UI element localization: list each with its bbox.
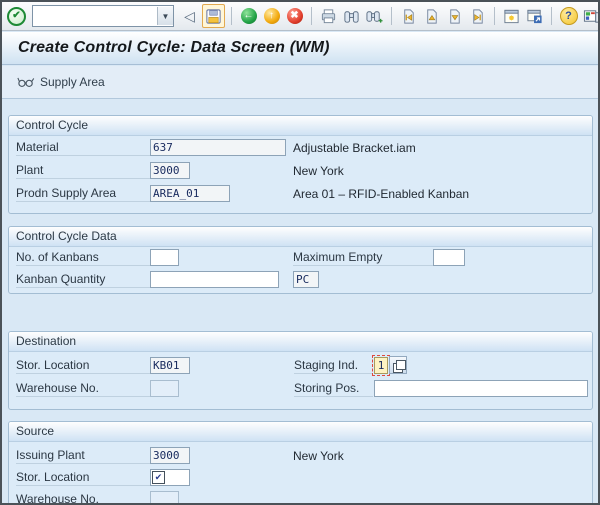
overlapping-squares-icon [396, 360, 406, 370]
customize-layout-icon [583, 8, 600, 25]
material-description: Adjustable Bracket.iam [293, 141, 416, 155]
storing-pos-label: Storing Pos. [294, 381, 373, 397]
group-caption: Source [9, 422, 592, 442]
glasses-icon [17, 75, 35, 89]
kanban-quantity-label: Kanban Quantity [16, 272, 150, 288]
source-stor-location-label: Stor. Location [16, 470, 150, 486]
question-mark-icon: ? [560, 7, 578, 25]
previous-page-button[interactable] [421, 5, 442, 27]
issuing-plant-description: New York [293, 449, 344, 463]
chevron-down-icon[interactable]: ▼ [157, 7, 173, 25]
prodn-supply-area-label: Prodn Supply Area [16, 186, 150, 202]
find-button[interactable] [341, 5, 362, 27]
title-bar: Create Control Cycle: Data Screen (WM) [2, 32, 598, 65]
source-warehouse-no-label: Warehouse No. [16, 492, 150, 505]
group-caption: Control Cycle Data [9, 227, 592, 247]
toolbar-separator [494, 7, 495, 25]
next-page-button[interactable] [444, 5, 465, 27]
cancel-button[interactable]: ✖ [284, 5, 305, 27]
dest-warehouse-no-label: Warehouse No. [16, 381, 150, 397]
no-of-kanbans-field[interactable] [150, 249, 179, 266]
enter-check-icon: ✔ [7, 7, 26, 26]
shortcut-icon [526, 8, 543, 25]
plant-field[interactable] [150, 162, 190, 179]
plant-description: New York [293, 164, 344, 178]
source-warehouse-no-field[interactable] [150, 491, 179, 505]
help-button[interactable]: ? [558, 5, 579, 27]
supply-area-button[interactable]: Supply Area [10, 72, 112, 92]
group-caption: Control Cycle [9, 116, 592, 136]
save-button[interactable] [202, 4, 225, 28]
command-input[interactable] [33, 7, 157, 25]
dest-stor-location-label: Stor. Location [16, 358, 150, 374]
new-session-button[interactable] [501, 5, 522, 27]
binoculars-plus-icon [366, 8, 383, 25]
exit-button[interactable]: ↑ [261, 5, 282, 27]
group-control-cycle: Control Cycle Material Adjustable Bracke… [8, 115, 593, 214]
page-down-icon [446, 8, 463, 25]
application-toolbar: Supply Area [2, 66, 598, 99]
group-source: Source Issuing Plant New York Stor. Loca… [8, 421, 593, 505]
group-destination: Destination Stor. Location Staging Ind. … [8, 331, 593, 410]
triangle-left-icon: ◁ [184, 8, 195, 25]
system-toolbar: ✔ ▼ ◁ ← ↑ ✖ [2, 2, 598, 31]
issuing-plant-label: Issuing Plant [16, 448, 150, 464]
toolbar-separator [391, 7, 392, 25]
prodn-supply-area-description: Area 01 – RFID-Enabled Kanban [293, 187, 469, 201]
binoculars-icon [343, 8, 360, 25]
save-floppy-icon [205, 8, 222, 25]
find-next-button[interactable] [364, 5, 385, 27]
enter-button[interactable]: ✔ [6, 5, 27, 27]
maximum-empty-label: Maximum Empty [293, 250, 433, 266]
unit-of-measure-field[interactable] [293, 271, 319, 288]
group-caption: Destination [9, 332, 592, 352]
kanban-quantity-field[interactable] [150, 271, 279, 288]
staging-ind-label: Staging Ind. [294, 358, 373, 374]
staging-ind-matchcode-button[interactable] [389, 356, 407, 374]
create-shortcut-button[interactable] [524, 5, 545, 27]
toolbar-separator [551, 7, 552, 25]
no-of-kanbans-label: No. of Kanbans [16, 250, 150, 266]
staging-ind-field[interactable] [374, 357, 388, 374]
maximum-empty-field[interactable] [433, 249, 465, 266]
group-control-cycle-data: Control Cycle Data No. of Kanbans Maximu… [8, 226, 593, 294]
arrow-left-icon: ← [241, 8, 257, 24]
last-page-icon [469, 8, 486, 25]
printer-icon [320, 8, 337, 25]
nav-back-button[interactable]: ← [238, 5, 259, 27]
arrow-up-icon: ↑ [264, 8, 280, 24]
print-button[interactable] [318, 5, 339, 27]
toolbar-separator [231, 7, 232, 25]
customize-layout-button[interactable] [581, 5, 600, 27]
source-stor-location-field[interactable]: ✔ [150, 469, 190, 486]
new-session-icon [503, 8, 520, 25]
page-up-icon [423, 8, 440, 25]
required-entry-icon: ✔ [152, 471, 165, 484]
material-field[interactable] [150, 139, 286, 156]
x-icon: ✖ [287, 8, 303, 24]
first-page-button[interactable] [398, 5, 419, 27]
supply-area-label: Supply Area [40, 75, 105, 89]
page-title: Create Control Cycle: Data Screen (WM) [18, 39, 330, 57]
plant-label: Plant [16, 163, 150, 179]
dest-stor-location-field[interactable] [150, 357, 190, 374]
toolbar-separator [311, 7, 312, 25]
issuing-plant-field[interactable] [150, 447, 190, 464]
last-page-button[interactable] [467, 5, 488, 27]
sap-window: ✔ ▼ ◁ ← ↑ ✖ [0, 0, 600, 505]
dest-warehouse-no-field[interactable] [150, 380, 179, 397]
first-page-icon [400, 8, 417, 25]
back-triangle-button[interactable]: ◁ [179, 5, 200, 27]
command-field[interactable]: ▼ [32, 5, 174, 27]
storing-pos-field[interactable] [374, 380, 588, 397]
material-label: Material [16, 140, 150, 156]
prodn-supply-area-field[interactable] [150, 185, 230, 202]
